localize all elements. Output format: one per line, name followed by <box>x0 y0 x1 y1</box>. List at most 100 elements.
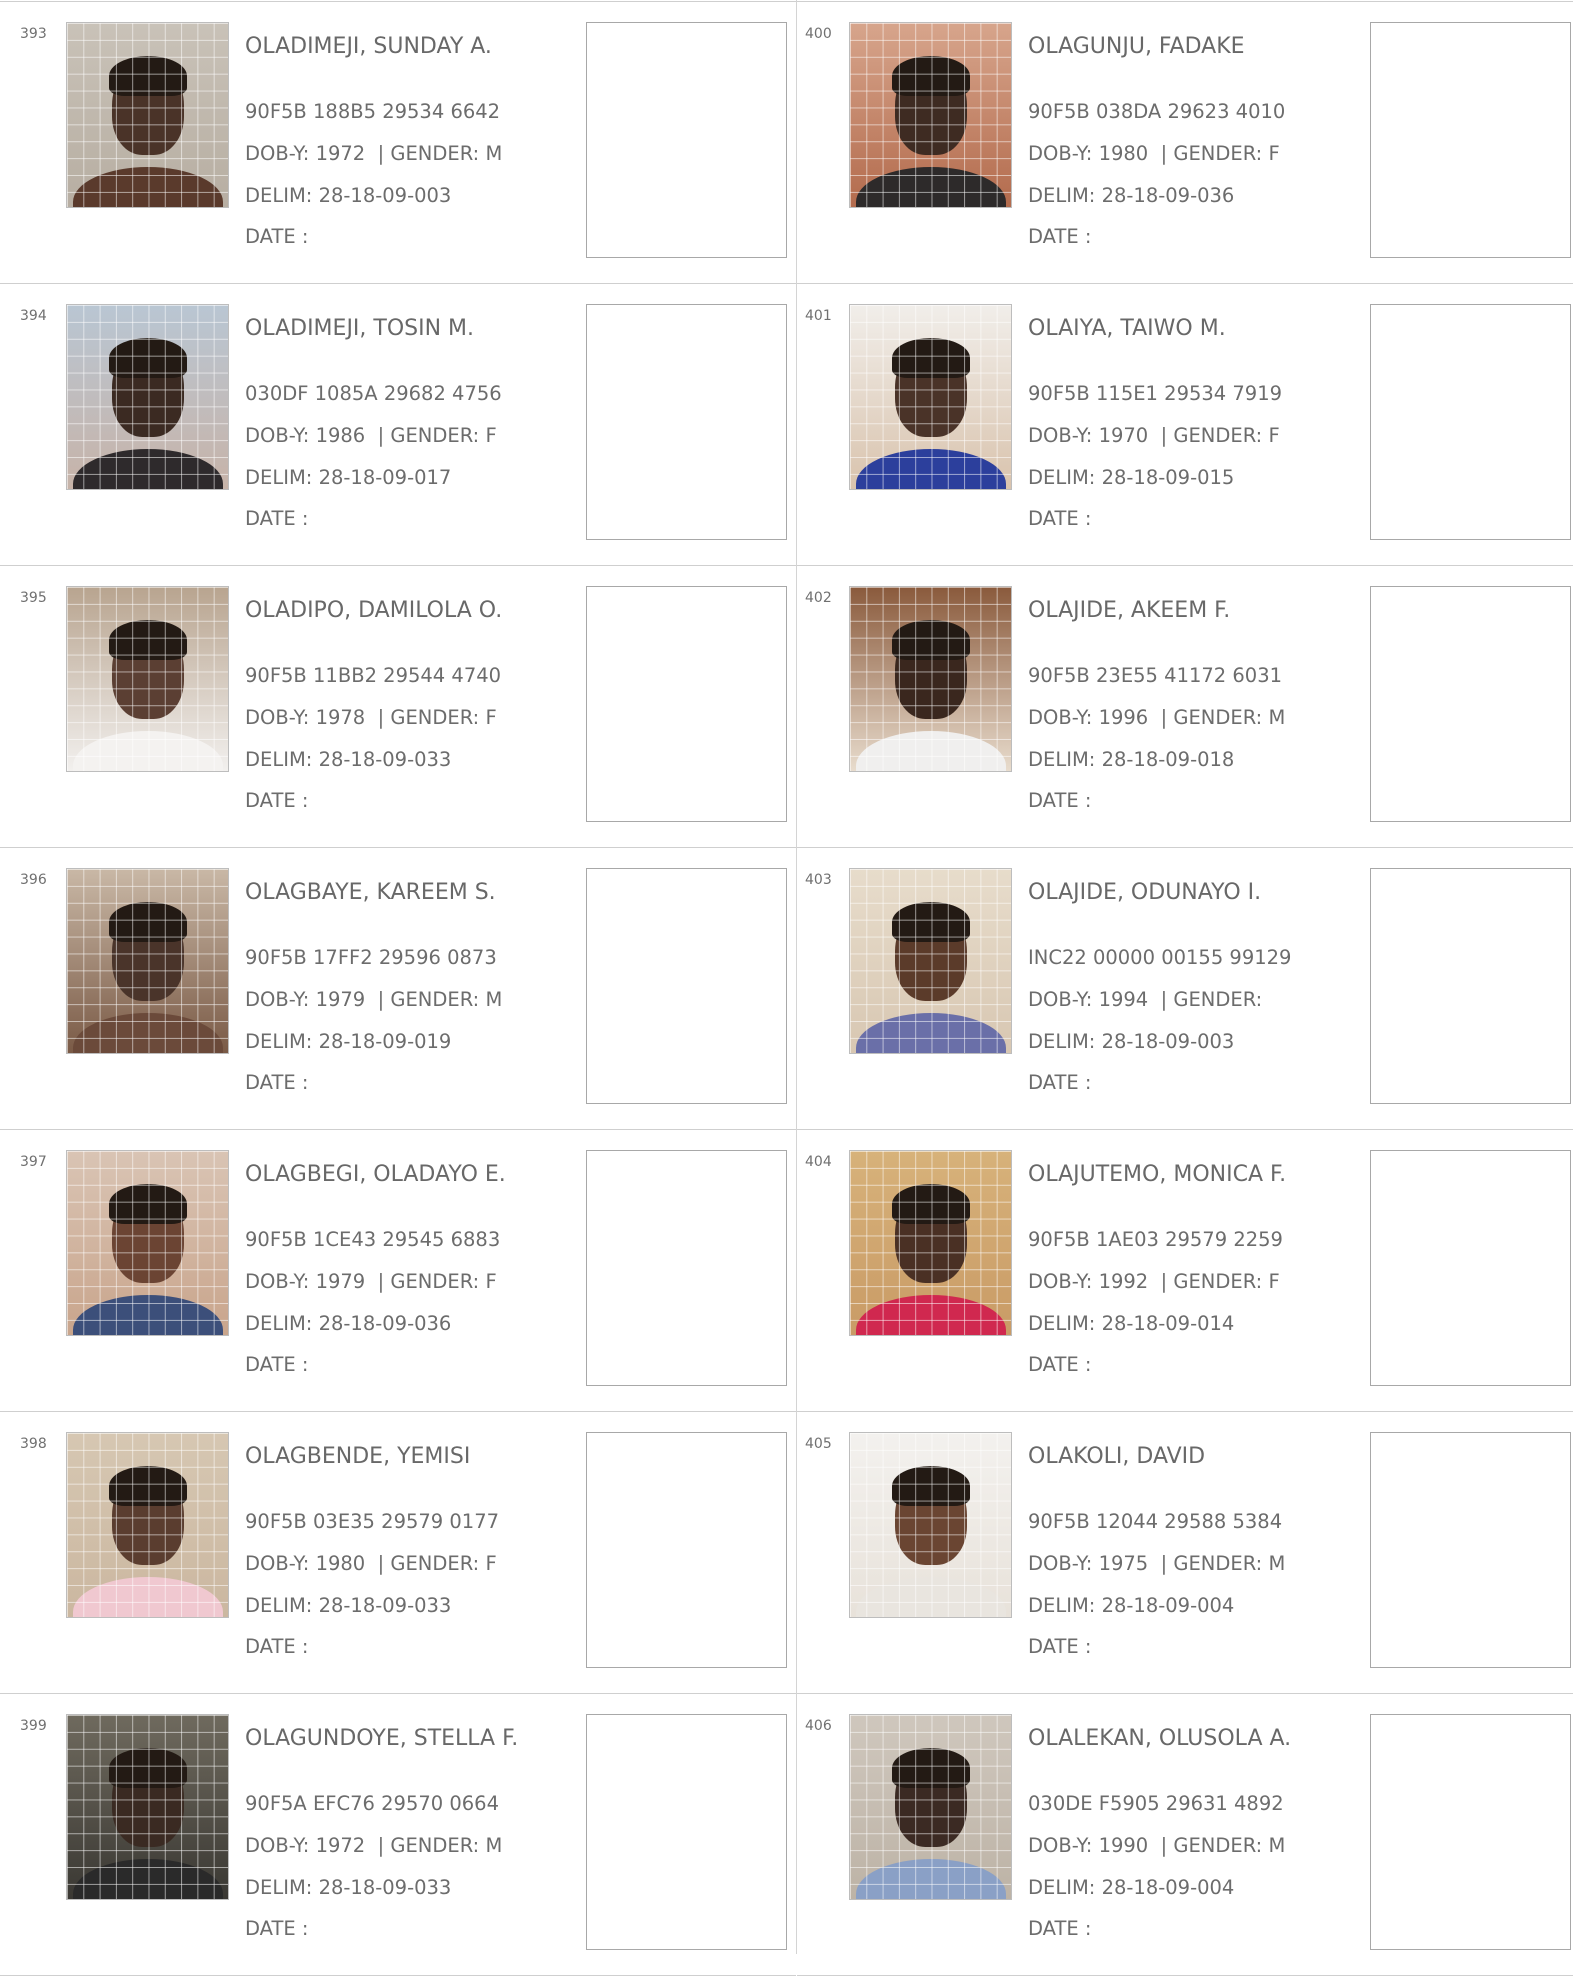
voter-entry: 396 OLAGBAYE, KAREEM S. 90F5B 17FF2 29596 … <box>0 848 796 1130</box>
voter-name: OLAGBAYE, KAREEM S. <box>245 880 496 905</box>
dob-label: DOB-Y: <box>245 706 310 729</box>
voter-vin: 030DE F5905 29631 4892 <box>1028 1792 1284 1815</box>
voter-entry: 403 OLAJIDE, ODUNAYO I. INC22 00000 00155 … <box>797 848 1573 1130</box>
dob-label: DOB-Y: <box>1028 1552 1093 1575</box>
voter-name: OLAIYA, TAIWO M. <box>1028 316 1226 341</box>
date-line: DATE : <box>1028 1353 1092 1376</box>
date-line: DATE : <box>245 1635 309 1658</box>
voter-register-sheet: 393 OLADIMEJI, SUNDAY A. 90F5B 188B5 29534… <box>0 0 1573 1976</box>
delim-value: 28-18-09-015 <box>1101 466 1235 489</box>
voter-photo <box>66 586 229 772</box>
thumbprint-box <box>1370 1150 1571 1386</box>
delim-label: DELIM: <box>1028 1876 1096 1899</box>
delim-line: DELIM: 28-18-09-004 <box>1028 1594 1234 1617</box>
dob-label: DOB-Y: <box>1028 1834 1093 1857</box>
dob-gender-line: DOB-Y: 1970 | GENDER: F <box>1028 424 1280 447</box>
gender-label: | GENDER: <box>1160 1552 1263 1575</box>
voter-name: OLAJUTEMO, MONICA F. <box>1028 1162 1287 1187</box>
dob-value: 1978 <box>315 706 366 729</box>
gender-label: | GENDER: <box>377 1552 480 1575</box>
delim-label: DELIM: <box>1028 184 1096 207</box>
date-line: DATE : <box>1028 507 1092 530</box>
delim-label: DELIM: <box>1028 1594 1096 1617</box>
dob-gender-line: DOB-Y: 1980 | GENDER: F <box>1028 142 1280 165</box>
thumbprint-box <box>1370 586 1571 822</box>
voter-vin: 90F5B 12044 29588 5384 <box>1028 1510 1283 1533</box>
voter-photo <box>66 22 229 208</box>
date-line: DATE : <box>245 1917 309 1940</box>
entry-number: 404 <box>805 1154 832 1170</box>
dob-value: 1972 <box>315 142 366 165</box>
voter-entry: 398 OLAGBENDE, YEMISI 90F5B 03E35 29579 01… <box>0 1412 796 1694</box>
dob-gender-line: DOB-Y: 1992 | GENDER: F <box>1028 1270 1280 1293</box>
voter-photo <box>849 1432 1012 1618</box>
entry-number: 396 <box>20 872 47 888</box>
gender-value: M <box>485 1834 503 1857</box>
right-column: 400 OLAGUNJU, FADAKE 90F5B 038DA 29623 401… <box>797 0 1573 1976</box>
delim-value: 28-18-09-033 <box>318 1594 452 1617</box>
delim-value: 28-18-09-004 <box>1101 1594 1235 1617</box>
dob-value: 1979 <box>315 988 366 1011</box>
voter-vin: 90F5B 115E1 29534 7919 <box>1028 382 1283 405</box>
dob-value: 1994 <box>1098 988 1149 1011</box>
entry-number: 400 <box>805 26 832 42</box>
voter-name: OLADIMEJI, TOSIN M. <box>245 316 475 341</box>
gender-value: F <box>485 424 497 447</box>
dob-label: DOB-Y: <box>1028 424 1093 447</box>
dob-value: 1992 <box>1098 1270 1149 1293</box>
gender-label: | GENDER: <box>377 142 480 165</box>
thumbprint-box <box>586 1150 787 1386</box>
voter-vin: 90F5B 038DA 29623 4010 <box>1028 100 1286 123</box>
gender-label: | GENDER: <box>377 424 480 447</box>
thumbprint-box <box>586 868 787 1104</box>
gender-value: F <box>1268 424 1280 447</box>
delim-line: DELIM: 28-18-09-019 <box>245 1030 451 1053</box>
voter-entry: 401 OLAIYA, TAIWO M. 90F5B 115E1 29534 791… <box>797 284 1573 566</box>
dob-value: 1996 <box>1098 706 1149 729</box>
gender-label: | GENDER: <box>1160 424 1263 447</box>
photo-security-grid <box>850 587 1011 771</box>
photo-security-grid <box>67 23 228 207</box>
dob-gender-line: DOB-Y: 1975 | GENDER: M <box>1028 1552 1285 1575</box>
voter-photo <box>849 1714 1012 1900</box>
thumbprint-box <box>1370 304 1571 540</box>
date-line: DATE : <box>1028 1635 1092 1658</box>
entry-number: 398 <box>20 1436 47 1452</box>
voter-vin: 90F5B 188B5 29534 6642 <box>245 100 501 123</box>
dob-label: DOB-Y: <box>245 988 310 1011</box>
entry-number: 394 <box>20 308 47 324</box>
delim-line: DELIM: 28-18-09-015 <box>1028 466 1234 489</box>
entry-number: 402 <box>805 590 832 606</box>
gender-value: M <box>1268 706 1286 729</box>
photo-security-grid <box>850 869 1011 1053</box>
dob-gender-line: DOB-Y: 1978 | GENDER: F <box>245 706 497 729</box>
photo-security-grid <box>850 23 1011 207</box>
voter-name: OLAGUNJU, FADAKE <box>1028 34 1245 59</box>
voter-vin: 90F5A EFC76 29570 0664 <box>245 1792 499 1815</box>
dob-value: 1980 <box>1098 142 1149 165</box>
delim-label: DELIM: <box>245 1594 313 1617</box>
gender-value: M <box>1268 1552 1286 1575</box>
dob-label: DOB-Y: <box>245 142 310 165</box>
delim-line: DELIM: 28-18-09-017 <box>245 466 451 489</box>
entry-number: 399 <box>20 1718 47 1734</box>
delim-label: DELIM: <box>245 466 313 489</box>
voter-name: OLADIMEJI, SUNDAY A. <box>245 34 492 59</box>
photo-security-grid <box>850 305 1011 489</box>
gender-label: | GENDER: <box>1160 988 1263 1011</box>
delim-line: DELIM: 28-18-09-018 <box>1028 748 1234 771</box>
delim-value: 28-18-09-017 <box>318 466 452 489</box>
gender-value: M <box>485 988 503 1011</box>
voter-name: OLAKOLI, DAVID <box>1028 1444 1206 1469</box>
voter-name: OLALEKAN, OLUSOLA A. <box>1028 1726 1292 1751</box>
date-line: DATE : <box>245 789 309 812</box>
gender-value: M <box>1268 1834 1286 1857</box>
voter-vin: 90F5B 1CE43 29545 6883 <box>245 1228 501 1251</box>
voter-vin: 030DF 1085A 29682 4756 <box>245 382 502 405</box>
delim-line: DELIM: 28-18-09-014 <box>1028 1312 1234 1335</box>
dob-label: DOB-Y: <box>1028 142 1093 165</box>
delim-value: 28-18-09-018 <box>1101 748 1235 771</box>
voter-entry: 404 OLAJUTEMO, MONICA F. 90F5B 1AE03 29579… <box>797 1130 1573 1412</box>
delim-value: 28-18-09-004 <box>1101 1876 1235 1899</box>
photo-security-grid <box>850 1715 1011 1899</box>
